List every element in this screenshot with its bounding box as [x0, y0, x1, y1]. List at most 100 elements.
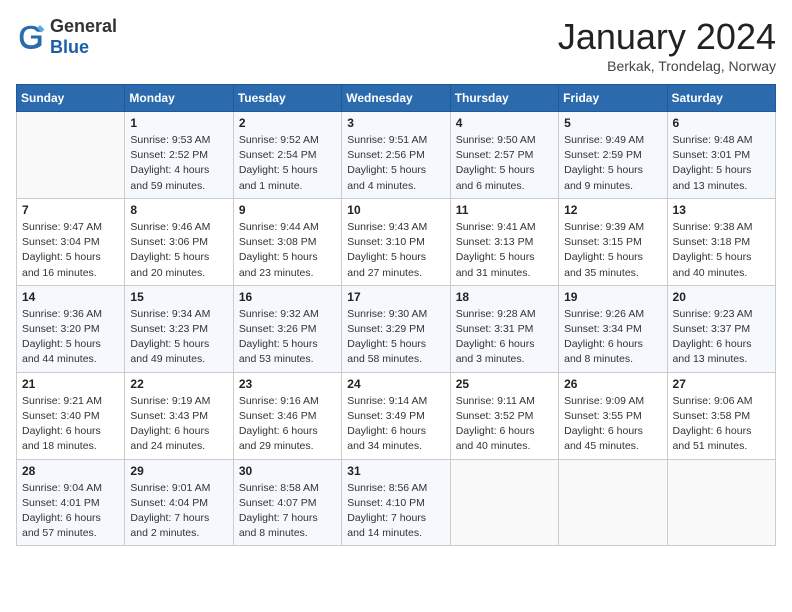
day-number: 13 [673, 203, 770, 217]
day-number: 11 [456, 203, 553, 217]
day-info: Sunrise: 9:34 AM Sunset: 3:23 PM Dayligh… [130, 307, 227, 368]
day-info: Sunrise: 9:48 AM Sunset: 3:01 PM Dayligh… [673, 133, 770, 194]
calendar-week-3: 14Sunrise: 9:36 AM Sunset: 3:20 PM Dayli… [17, 285, 776, 372]
day-number: 29 [130, 464, 227, 478]
calendar-cell [17, 112, 125, 199]
calendar-cell: 15 Sunrise: 9:34 AM Sunset: 3:23 PM Dayli… [125, 285, 233, 372]
calendar-cell: 29 Sunrise: 9:01 AM Sunset: 4:04 PM Dayli… [125, 459, 233, 546]
calendar-cell: 8 Sunrise: 9:46 AM Sunset: 3:06 PM Daylig… [125, 198, 233, 285]
calendar-cell: 13 Sunrise: 9:38 AM Sunset: 3:18 PM Dayli… [667, 198, 775, 285]
calendar-week-1: 1Sunrise: 9:53 AM Sunset: 2:52 PM Daylig… [17, 112, 776, 199]
day-info: Sunrise: 9:21 AM Sunset: 3:40 PM Dayligh… [22, 394, 119, 455]
calendar-week-2: 7 Sunrise: 9:47 AM Sunset: 3:04 PM Daylig… [17, 198, 776, 285]
day-number: 23 [239, 377, 336, 391]
day-info: Sunrise: 9:38 AM Sunset: 3:18 PM Dayligh… [673, 220, 770, 281]
logo: General Blue [16, 16, 117, 58]
page-header: General Blue January 2024 Berkak, Tronde… [16, 16, 776, 74]
day-number: 24 [347, 377, 444, 391]
day-number: 20 [673, 290, 770, 304]
day-info: Sunrise: 9:16 AM Sunset: 3:46 PM Dayligh… [239, 394, 336, 455]
day-info: Sunrise: 9:41 AM Sunset: 3:13 PM Dayligh… [456, 220, 553, 281]
calendar-cell: 12 Sunrise: 9:39 AM Sunset: 3:15 PM Dayli… [559, 198, 667, 285]
day-info: Sunrise: 9:28 AM Sunset: 3:31 PM Dayligh… [456, 307, 553, 368]
day-info: Sunrise: 9:39 AM Sunset: 3:15 PM Dayligh… [564, 220, 661, 281]
day-info: Sunrise: 8:58 AM Sunset: 4:07 PM Dayligh… [239, 481, 336, 542]
location: Berkak, Trondelag, Norway [558, 58, 776, 74]
day-info: Sunrise: 9:32 AM Sunset: 3:26 PM Dayligh… [239, 307, 336, 368]
calendar-week-4: 21 Sunrise: 9:21 AM Sunset: 3:40 PM Dayli… [17, 372, 776, 459]
day-info: Sunrise: 9:30 AM Sunset: 3:29 PM Dayligh… [347, 307, 444, 368]
day-number: 12 [564, 203, 661, 217]
day-number: 3 [347, 116, 444, 130]
header-thursday: Thursday [450, 85, 558, 112]
day-number: 16 [239, 290, 336, 304]
day-number: 30 [239, 464, 336, 478]
day-info: Sunrise: 9:50 AM Sunset: 2:57 PM Dayligh… [456, 133, 553, 194]
calendar-week-5: 28Sunrise: 9:04 AM Sunset: 4:01 PM Dayli… [17, 459, 776, 546]
calendar-cell [667, 459, 775, 546]
calendar-cell: 7 Sunrise: 9:47 AM Sunset: 3:04 PM Daylig… [17, 198, 125, 285]
calendar-cell: 10 Sunrise: 9:43 AM Sunset: 3:10 PM Dayli… [342, 198, 450, 285]
calendar-cell: 11 Sunrise: 9:41 AM Sunset: 3:13 PM Dayli… [450, 198, 558, 285]
day-info: Sunrise: 9:14 AM Sunset: 3:49 PM Dayligh… [347, 394, 444, 455]
calendar-cell: 30 Sunrise: 8:58 AM Sunset: 4:07 PM Dayli… [233, 459, 341, 546]
day-info: Sunrise: 9:47 AM Sunset: 3:04 PM Dayligh… [22, 220, 119, 281]
calendar-cell: 25Sunrise: 9:11 AM Sunset: 3:52 PM Dayli… [450, 372, 558, 459]
day-info: Sunrise: 9:01 AM Sunset: 4:04 PM Dayligh… [130, 481, 227, 542]
calendar-cell: 28Sunrise: 9:04 AM Sunset: 4:01 PM Dayli… [17, 459, 125, 546]
calendar-cell: 31Sunrise: 8:56 AM Sunset: 4:10 PM Dayli… [342, 459, 450, 546]
day-number: 9 [239, 203, 336, 217]
logo-icon [16, 22, 46, 52]
calendar-cell: 20 Sunrise: 9:23 AM Sunset: 3:37 PM Dayli… [667, 285, 775, 372]
day-info: Sunrise: 9:44 AM Sunset: 3:08 PM Dayligh… [239, 220, 336, 281]
day-info: Sunrise: 9:09 AM Sunset: 3:55 PM Dayligh… [564, 394, 661, 455]
day-info: Sunrise: 9:19 AM Sunset: 3:43 PM Dayligh… [130, 394, 227, 455]
header-sunday: Sunday [17, 85, 125, 112]
day-number: 10 [347, 203, 444, 217]
header-tuesday: Tuesday [233, 85, 341, 112]
day-number: 15 [130, 290, 227, 304]
calendar-cell: 19Sunrise: 9:26 AM Sunset: 3:34 PM Dayli… [559, 285, 667, 372]
day-info: Sunrise: 9:06 AM Sunset: 3:58 PM Dayligh… [673, 394, 770, 455]
day-number: 28 [22, 464, 119, 478]
day-number: 21 [22, 377, 119, 391]
day-info: Sunrise: 9:49 AM Sunset: 2:59 PM Dayligh… [564, 133, 661, 194]
day-number: 1 [130, 116, 227, 130]
calendar-header-row: SundayMondayTuesdayWednesdayThursdayFrid… [17, 85, 776, 112]
day-number: 19 [564, 290, 661, 304]
calendar-cell: 3 Sunrise: 9:51 AM Sunset: 2:56 PM Daylig… [342, 112, 450, 199]
calendar-cell: 24 Sunrise: 9:14 AM Sunset: 3:49 PM Dayli… [342, 372, 450, 459]
day-info: Sunrise: 9:52 AM Sunset: 2:54 PM Dayligh… [239, 133, 336, 194]
calendar-cell: 27 Sunrise: 9:06 AM Sunset: 3:58 PM Dayli… [667, 372, 775, 459]
calendar-table: SundayMondayTuesdayWednesdayThursdayFrid… [16, 84, 776, 546]
day-number: 2 [239, 116, 336, 130]
day-info: Sunrise: 9:51 AM Sunset: 2:56 PM Dayligh… [347, 133, 444, 194]
calendar-cell: 4Sunrise: 9:50 AM Sunset: 2:57 PM Daylig… [450, 112, 558, 199]
header-monday: Monday [125, 85, 233, 112]
calendar-cell [450, 459, 558, 546]
day-info: Sunrise: 8:56 AM Sunset: 4:10 PM Dayligh… [347, 481, 444, 542]
calendar-cell: 6 Sunrise: 9:48 AM Sunset: 3:01 PM Daylig… [667, 112, 775, 199]
calendar-cell: 23 Sunrise: 9:16 AM Sunset: 3:46 PM Dayli… [233, 372, 341, 459]
day-number: 7 [22, 203, 119, 217]
day-number: 18 [456, 290, 553, 304]
day-number: 17 [347, 290, 444, 304]
calendar-cell: 14Sunrise: 9:36 AM Sunset: 3:20 PM Dayli… [17, 285, 125, 372]
title-block: January 2024 Berkak, Trondelag, Norway [558, 16, 776, 74]
logo-general-text: General [50, 16, 117, 37]
header-friday: Friday [559, 85, 667, 112]
day-info: Sunrise: 9:46 AM Sunset: 3:06 PM Dayligh… [130, 220, 227, 281]
header-saturday: Saturday [667, 85, 775, 112]
day-number: 5 [564, 116, 661, 130]
day-info: Sunrise: 9:11 AM Sunset: 3:52 PM Dayligh… [456, 394, 553, 455]
day-number: 8 [130, 203, 227, 217]
day-number: 6 [673, 116, 770, 130]
calendar-cell: 21 Sunrise: 9:21 AM Sunset: 3:40 PM Dayli… [17, 372, 125, 459]
day-number: 26 [564, 377, 661, 391]
day-info: Sunrise: 9:36 AM Sunset: 3:20 PM Dayligh… [22, 307, 119, 368]
day-number: 27 [673, 377, 770, 391]
day-info: Sunrise: 9:23 AM Sunset: 3:37 PM Dayligh… [673, 307, 770, 368]
day-info: Sunrise: 9:43 AM Sunset: 3:10 PM Dayligh… [347, 220, 444, 281]
calendar-cell: 26 Sunrise: 9:09 AM Sunset: 3:55 PM Dayli… [559, 372, 667, 459]
logo-text: General Blue [50, 16, 117, 58]
